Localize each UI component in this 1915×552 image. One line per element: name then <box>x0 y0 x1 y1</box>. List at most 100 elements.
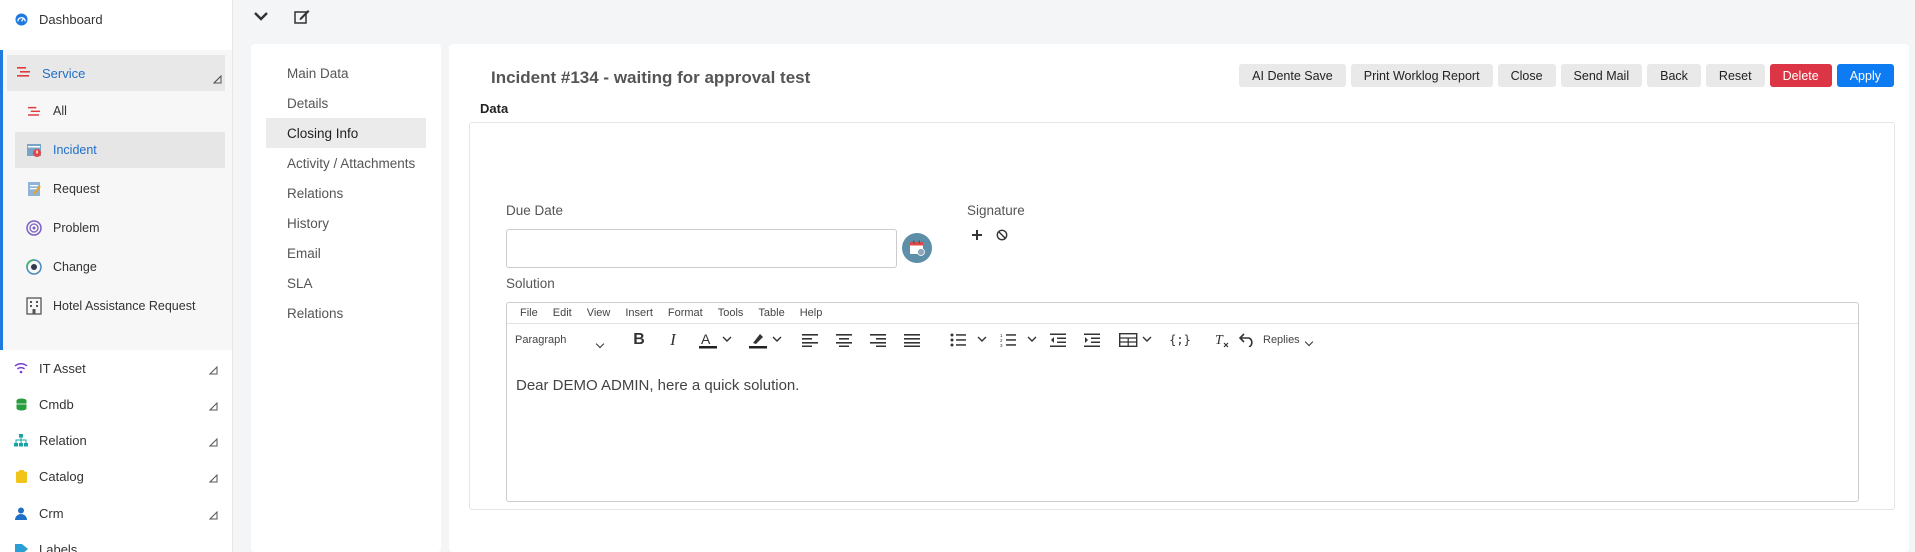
align-justify-icon[interactable] <box>902 330 922 350</box>
menu-table[interactable]: Table <box>758 307 784 319</box>
menu-tools[interactable]: Tools <box>718 307 744 319</box>
list-icon <box>17 66 31 80</box>
resize-corner-icon <box>208 363 218 378</box>
nav-dashboard[interactable]: Dashboard <box>0 1 232 37</box>
menu-file[interactable]: File <box>520 307 538 319</box>
nav-labels-label: Labels <box>39 541 78 552</box>
sidebar-item-all[interactable]: All <box>15 93 225 129</box>
highlight-color-icon[interactable] <box>747 330 787 350</box>
nav-it-asset[interactable]: IT Asset <box>0 350 232 386</box>
resize-corner-icon <box>208 508 218 523</box>
tab-email[interactable]: Email <box>266 238 426 268</box>
sidebar-item-hotel-assistance-request[interactable]: Hotel Assistance Request <box>15 288 225 324</box>
clear-formatting-icon[interactable]: T <box>1212 330 1232 350</box>
menu-insert[interactable]: Insert <box>625 307 653 319</box>
align-left-icon[interactable] <box>800 330 820 350</box>
tab-relations-2[interactable]: Relations <box>266 298 426 328</box>
nav-catalog-label: Catalog <box>39 468 84 484</box>
code-icon[interactable]: {;} <box>1169 330 1191 350</box>
building-icon <box>25 297 43 315</box>
send-mail-button[interactable]: Send Mail <box>1560 64 1643 87</box>
menu-help[interactable]: Help <box>800 307 823 319</box>
bullet-list-icon[interactable] <box>949 330 991 350</box>
signature-label: Signature <box>967 203 1025 218</box>
incident-icon <box>25 141 43 159</box>
tab-details[interactable]: Details <box>266 88 426 118</box>
svg-text:3: 3 <box>1000 343 1003 347</box>
nav-dashboard-label: Dashboard <box>39 11 103 27</box>
calendar-icon[interactable] <box>902 233 932 263</box>
clipboard-icon <box>14 469 28 483</box>
sidebar-item-request[interactable]: Request <box>15 171 225 207</box>
tab-closing-info[interactable]: Closing Info <box>266 118 426 148</box>
nav-relation[interactable]: Relation <box>0 422 232 458</box>
page-title: Incident #134 - waiting for approval tes… <box>491 68 811 87</box>
tab-sla[interactable]: SLA <box>266 268 426 298</box>
table-icon[interactable] <box>1117 330 1157 350</box>
collapse-chevron-icon[interactable] <box>251 6 271 26</box>
block-format-select[interactable]: Paragraph <box>515 330 615 350</box>
service-group: Service All Incident Request Problem Cha… <box>0 50 232 350</box>
editor-toolbar: Paragraph B I A 1 2 3 {;} T Replies <box>507 324 1858 356</box>
tag-icon <box>14 542 28 552</box>
nav-labels[interactable]: Labels <box>0 531 232 552</box>
sidebar-item-label: All <box>53 104 67 118</box>
due-date-input[interactable] <box>506 229 897 268</box>
delete-button[interactable]: Delete <box>1769 64 1832 87</box>
back-button[interactable]: Back <box>1647 64 1701 87</box>
italic-icon[interactable]: I <box>663 330 683 350</box>
bold-icon[interactable]: B <box>629 330 649 350</box>
reset-button[interactable]: Reset <box>1705 64 1765 87</box>
outdent-icon[interactable] <box>1048 330 1068 350</box>
request-icon <box>25 180 43 198</box>
replies-menu[interactable]: Replies <box>1263 330 1319 350</box>
resize-corner-icon <box>208 471 218 486</box>
numbered-list-icon[interactable]: 123 <box>999 330 1041 350</box>
main-panel: Incident #134 - waiting for approval tes… <box>449 44 1909 552</box>
editor-content[interactable]: Dear DEMO ADMIN, here a quick solution. <box>516 377 799 394</box>
tab-relations[interactable]: Relations <box>266 178 426 208</box>
sidebar-item-incident[interactable]: Incident <box>15 132 225 168</box>
sidebar-item-label: Request <box>53 182 100 196</box>
block-format-value: Paragraph <box>515 334 567 346</box>
resize-corner-icon <box>208 399 218 414</box>
svg-text:T: T <box>1215 333 1224 348</box>
undo-icon[interactable] <box>1237 330 1257 350</box>
align-right-icon[interactable] <box>868 330 888 350</box>
print-worklog-report-button[interactable]: Print Worklog Report <box>1350 64 1493 87</box>
nav-catalog[interactable]: Catalog <box>0 458 232 494</box>
action-toolbar: AI Dente Save Print Worklog Report Close… <box>1239 64 1894 87</box>
tab-history[interactable]: History <box>266 208 426 238</box>
edit-icon[interactable] <box>292 6 312 26</box>
resize-corner-icon <box>208 435 218 450</box>
resize-corner-icon <box>212 72 222 87</box>
nav-cmdb[interactable]: Cmdb <box>0 386 232 422</box>
menu-view[interactable]: View <box>587 307 611 319</box>
replies-label: Replies <box>1263 334 1300 346</box>
change-icon <box>25 258 43 276</box>
sidebar-item-problem[interactable]: Problem <box>15 210 225 246</box>
data-section: Due Date Signature Solution File Edit Vi… <box>469 122 1895 510</box>
menu-edit[interactable]: Edit <box>553 307 572 319</box>
add-signature-icon[interactable] <box>970 228 984 242</box>
menu-format[interactable]: Format <box>668 307 703 319</box>
nav-service[interactable]: Service <box>7 55 225 91</box>
text-color-icon[interactable]: A <box>697 330 737 350</box>
clear-signature-icon[interactable] <box>995 228 1009 242</box>
indent-icon[interactable] <box>1082 330 1102 350</box>
align-center-icon[interactable] <box>834 330 854 350</box>
chevron-down-icon <box>595 335 605 350</box>
wifi-icon <box>14 361 28 375</box>
tab-main-data[interactable]: Main Data <box>266 58 426 88</box>
close-button[interactable]: Close <box>1497 64 1556 87</box>
svg-text:A: A <box>701 331 711 347</box>
sidebar-item-change[interactable]: Change <box>15 249 225 285</box>
ai-dente-save-button[interactable]: AI Dente Save <box>1239 64 1346 87</box>
tab-activity-attachments[interactable]: Activity / Attachments <box>266 148 426 178</box>
apply-button[interactable]: Apply <box>1836 64 1894 87</box>
nav-crm[interactable]: Crm <box>0 495 232 531</box>
nav-crm-label: Crm <box>39 505 64 521</box>
editor-menubar: File Edit View Insert Format Tools Table… <box>507 303 1858 324</box>
sidebar: Dashboard Service All Incident Request P… <box>0 0 233 552</box>
list-icon <box>25 102 43 120</box>
